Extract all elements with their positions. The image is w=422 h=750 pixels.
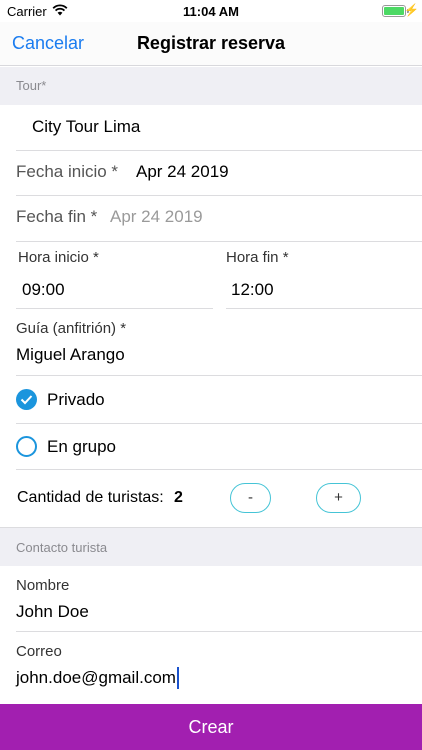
checkmark-icon — [20, 395, 33, 405]
en-grupo-radio[interactable] — [16, 436, 37, 457]
cantidad-label: Cantidad de turistas: — [17, 489, 164, 506]
divider — [226, 308, 422, 309]
status-bar: Carrier 11:04 AM ⚡ — [0, 0, 422, 22]
correo-label: Correo — [16, 643, 62, 660]
privado-label[interactable]: Privado — [47, 390, 105, 410]
page-title: Registrar reserva — [136, 33, 286, 53]
correo-field[interactable]: john.doe@gmail.com — [16, 668, 176, 688]
fecha-inicio-field[interactable]: Apr 24 2019 — [136, 162, 229, 182]
fecha-fin-label: Fecha fin * — [16, 207, 98, 226]
create-button[interactable]: Crear — [0, 704, 422, 750]
divider — [16, 241, 422, 242]
tour-select[interactable]: City Tour Lima — [32, 117, 140, 137]
section-header-contact: Contacto turista — [0, 527, 422, 566]
divider — [16, 150, 422, 151]
privado-radio[interactable] — [16, 389, 37, 410]
increment-button[interactable]: + — [316, 483, 361, 513]
decrement-button[interactable]: - — [230, 483, 271, 513]
divider — [16, 195, 422, 196]
section-header-tour: Tour* — [0, 67, 422, 105]
hora-inicio-label: Hora inicio * — [18, 249, 99, 266]
guia-label: Guía (anfitrión) * — [16, 320, 127, 337]
nombre-label: Nombre — [16, 577, 70, 594]
status-time: 11:04 AM — [183, 4, 239, 19]
en-grupo-label[interactable]: En grupo — [47, 437, 116, 457]
charging-bolt-icon: ⚡ — [404, 3, 419, 17]
divider — [16, 423, 422, 424]
hora-fin-field[interactable]: 12:00 — [231, 280, 274, 300]
fecha-inicio-label: Fecha inicio * — [16, 162, 119, 181]
nombre-field[interactable]: John Doe — [16, 602, 89, 622]
navigation-bar: Cancelar Registrar reserva — [0, 22, 422, 66]
battery-icon — [382, 5, 406, 17]
hora-fin-label: Hora fin * — [226, 249, 289, 266]
text-cursor — [177, 667, 179, 689]
divider — [16, 375, 422, 376]
hora-inicio-field[interactable]: 09:00 — [22, 280, 65, 300]
guia-field[interactable]: Miguel Arango — [16, 345, 125, 365]
fecha-fin-field[interactable]: Apr 24 2019 — [110, 207, 203, 227]
divider — [16, 469, 422, 470]
divider — [16, 308, 213, 309]
divider — [16, 631, 422, 632]
cantidad-value: 2 — [174, 489, 183, 506]
